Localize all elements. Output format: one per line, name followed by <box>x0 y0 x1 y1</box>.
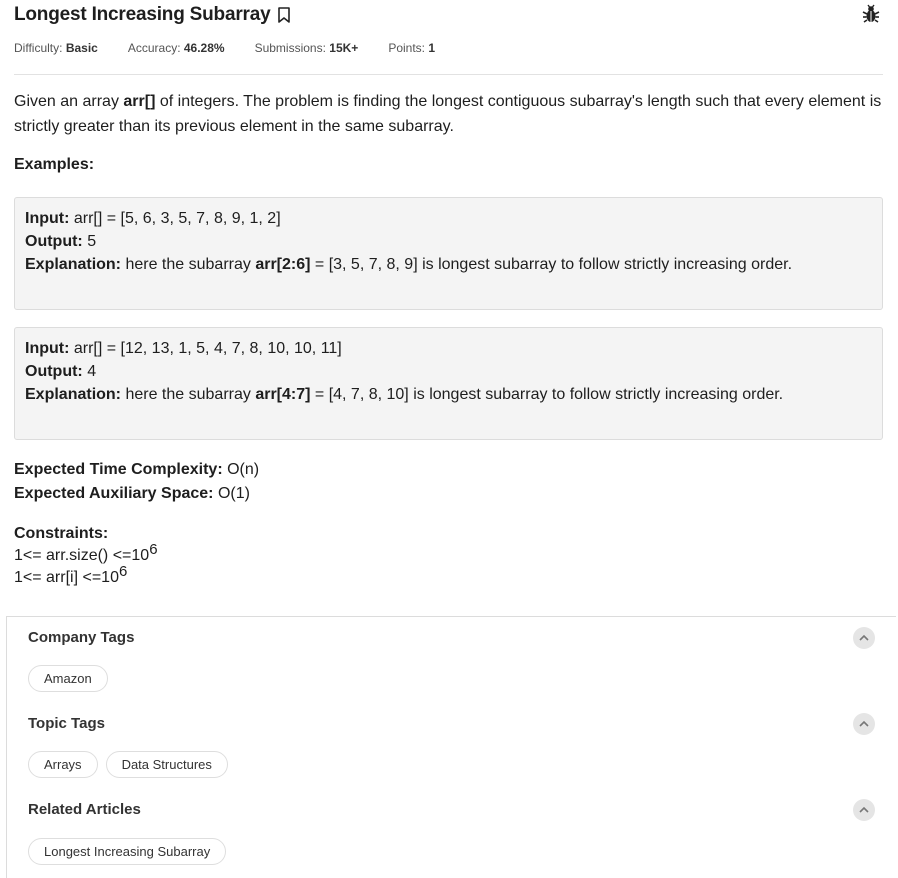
company-tags-list: Amazon <box>28 665 116 692</box>
difficulty: Difficulty: Basic <box>14 41 98 55</box>
examples-label: Examples: <box>14 156 95 173</box>
tag-chip-data-structures[interactable]: Data Structures <box>105 751 228 778</box>
example-input: Input: arr[] = [12, 13, 1, 5, 4, 7, 8, 1… <box>25 340 342 357</box>
tags-panel: Company Tags Amazon Topic Tags Arrays Da… <box>6 616 896 878</box>
constraint-line: 1<= arr[i] <=106 <box>14 563 128 586</box>
company-tags-title: Company Tags <box>28 629 135 646</box>
example-output: Output: 5 <box>25 233 97 250</box>
topic-tags-collapse-button[interactable] <box>853 713 875 735</box>
chevron-up-icon <box>859 806 869 813</box>
related-articles-collapse-button[interactable] <box>853 799 875 821</box>
space-complexity: Expected Auxiliary Space: O(1) <box>14 485 250 502</box>
accuracy: Accuracy: 46.28% <box>127 41 225 55</box>
time-complexity: Expected Time Complexity: O(n) <box>14 461 260 478</box>
page-title: Longest Increasing Subarray <box>14 4 271 25</box>
tag-chip-arrays[interactable]: Arrays <box>28 751 98 778</box>
related-articles-list: Longest Increasing Subarray <box>28 838 234 865</box>
company-tags-collapse-button[interactable] <box>853 627 875 649</box>
complexity-section: Expected Time Complexity: O(n) Expected … <box>14 458 259 506</box>
submissions: Submissions: 15K+ <box>254 41 359 55</box>
constraints-section: Constraints: 1<= arr.size() <=106 1<= ar… <box>14 523 158 589</box>
problem-description: Given an array arr[] of integers. The pr… <box>14 93 882 135</box>
example-explanation: Explanation: here the subarray arr[2:6] … <box>25 256 793 273</box>
related-articles-title: Related Articles <box>28 801 141 818</box>
topic-tags-title: Topic Tags <box>28 715 105 732</box>
chevron-up-icon <box>859 634 869 641</box>
constraints-label: Constraints: <box>14 525 109 542</box>
constraint-line: 1<= arr.size() <=106 <box>14 541 158 564</box>
divider <box>14 74 883 75</box>
points: Points: 1 <box>388 41 436 55</box>
example-input: Input: arr[] = [5, 6, 3, 5, 7, 8, 9, 1, … <box>25 210 281 227</box>
bookmark-icon[interactable] <box>277 6 291 24</box>
example-box: Input: arr[] = [12, 13, 1, 5, 4, 7, 8, 1… <box>14 327 883 440</box>
chevron-up-icon <box>859 720 869 727</box>
example-explanation: Explanation: here the subarray arr[4:7] … <box>25 386 784 403</box>
bug-icon[interactable] <box>862 4 880 24</box>
problem-meta: Difficulty: Basic Accuracy: 46.28% Submi… <box>14 41 465 55</box>
topic-tags-list: Arrays Data Structures <box>28 751 236 778</box>
related-article-chip[interactable]: Longest Increasing Subarray <box>28 838 227 865</box>
tag-chip-amazon[interactable]: Amazon <box>28 665 108 692</box>
example-output: Output: 4 <box>25 363 97 380</box>
problem-header: Longest Increasing Subarray <box>14 4 884 28</box>
example-box: Input: arr[] = [5, 6, 3, 5, 7, 8, 9, 1, … <box>14 197 883 310</box>
